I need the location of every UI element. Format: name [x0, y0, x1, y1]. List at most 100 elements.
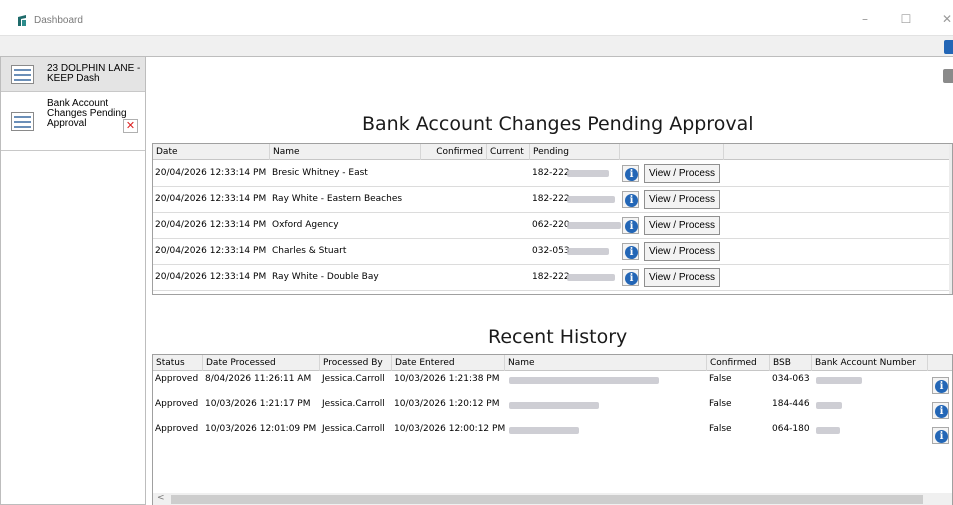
col-date-entered[interactable]: Date Entered — [392, 355, 505, 371]
col-pending[interactable]: Pending — [530, 144, 620, 160]
info-icon: i — [625, 220, 638, 233]
cell-date: 20/04/2026 12:33:14 PM — [155, 220, 267, 230]
info-icon: i — [935, 405, 948, 418]
close-tab-button[interactable]: ✕ — [123, 119, 138, 133]
col-account-number[interactable]: Bank Account Number — [812, 355, 928, 371]
scroll-thumb[interactable] — [171, 495, 923, 504]
redacted-name — [509, 427, 579, 434]
grid-icon — [11, 65, 34, 84]
settings-icon[interactable] — [943, 69, 953, 83]
cell-status: Approved — [155, 374, 199, 384]
info-button[interactable]: i — [622, 165, 639, 182]
redacted-name — [509, 377, 659, 384]
info-button[interactable]: i — [932, 427, 949, 444]
info-icon: i — [625, 246, 638, 259]
info-button[interactable]: i — [622, 191, 639, 208]
cell-date: 20/04/2026 12:33:14 PM — [155, 272, 267, 282]
pending-scrollbar[interactable] — [949, 144, 952, 294]
history-horizontal-scrollbar[interactable]: < — [153, 493, 952, 505]
info-button[interactable]: i — [622, 243, 639, 260]
col-history-name[interactable]: Name — [505, 355, 707, 371]
cell-status: Approved — [155, 399, 199, 409]
minimize-button[interactable]: – — [852, 8, 878, 30]
tab-property-dashboard[interactable]: 23 DOLPHIN LANE - KEEP Dash — [1, 57, 145, 92]
table-row: Approved 8/04/2026 11:26:11 AM Jessica.Car… — [153, 372, 952, 397]
tab-label: 23 DOLPHIN LANE - KEEP Dash — [47, 63, 141, 84]
cell-date-processed: 10/03/2026 12:01:09 PM — [205, 424, 317, 434]
cell-status: Approved — [155, 424, 199, 434]
cell-date: 20/04/2026 12:33:14 PM — [155, 194, 267, 204]
cell-confirmed: False — [709, 399, 732, 409]
info-icon: i — [625, 168, 638, 181]
cell-processed-by: Jessica.Carroll — [322, 399, 385, 409]
info-icon: i — [625, 272, 638, 285]
history-grid: Status Date Processed Processed By Date … — [152, 354, 953, 505]
col-status[interactable]: Status — [153, 355, 203, 371]
col-processed-by[interactable]: Processed By — [320, 355, 392, 371]
redacted-account — [567, 170, 609, 177]
app-logo-icon — [18, 15, 26, 26]
col-actions — [620, 144, 724, 160]
cell-confirmed: False — [709, 374, 732, 384]
col-name[interactable]: Name — [270, 144, 421, 160]
tab-bank-account-changes[interactable]: Bank Account Changes Pending Approval ✕ — [1, 93, 145, 151]
cell-name: Bresic Whitney - East — [272, 168, 368, 178]
info-button[interactable]: i — [932, 402, 949, 419]
cell-date: 20/04/2026 12:33:14 PM — [155, 168, 267, 178]
col-bsb[interactable]: BSB — [770, 355, 812, 371]
view-process-button[interactable]: View / Process — [644, 268, 720, 287]
info-icon: i — [625, 194, 638, 207]
tab-panel: 23 DOLPHIN LANE - KEEP Dash Bank Account… — [0, 56, 146, 505]
main-content: Bank Account Changes Pending Approval Da… — [146, 56, 953, 505]
cell-processed-by: Jessica.Carroll — [322, 424, 385, 434]
view-process-button[interactable]: View / Process — [644, 216, 720, 235]
table-row: 20/04/2026 12:33:14 PM Oxford Agency 062-2… — [153, 213, 952, 239]
cell-date-entered: 10/03/2026 12:00:12 PM — [394, 424, 505, 434]
cell-bsb: 064-180 — [772, 424, 810, 434]
cell-processed-by: Jessica.Carroll — [322, 374, 385, 384]
title-bar: Dashboard – ☐ ✕ — [0, 0, 953, 36]
scroll-left-arrow[interactable]: < — [157, 493, 165, 503]
info-button[interactable]: i — [932, 377, 949, 394]
table-row: 20/04/2026 12:33:14 PM Ray White - Easter… — [153, 187, 952, 213]
view-process-button[interactable]: View / Process — [644, 190, 720, 209]
maximize-button[interactable]: ☐ — [893, 8, 919, 30]
info-button[interactable]: i — [622, 269, 639, 286]
cell-date-entered: 10/03/2026 1:21:38 PM — [394, 374, 500, 384]
table-row: 20/04/2026 12:33:14 PM Ray White - Double… — [153, 265, 952, 291]
redacted-account — [816, 377, 862, 384]
toolbar-info-icon[interactable] — [944, 40, 953, 54]
redacted-account — [567, 248, 609, 255]
table-row: Approved 10/03/2026 12:01:09 PM Jessica.Ca… — [153, 422, 952, 447]
cell-pending-bsb: 032-053 — [532, 246, 570, 256]
cell-confirmed: False — [709, 424, 732, 434]
cell-bsb: 184-446 — [772, 399, 810, 409]
close-window-button[interactable]: ✕ — [934, 8, 953, 30]
col-current[interactable]: Current — [487, 144, 530, 160]
cell-name: Ray White - Double Bay — [272, 272, 379, 282]
history-header: Status Date Processed Processed By Date … — [153, 355, 952, 371]
info-button[interactable]: i — [622, 217, 639, 234]
info-icon: i — [935, 430, 948, 443]
redacted-account — [567, 222, 621, 229]
cell-date-processed: 8/04/2026 11:26:11 AM — [205, 374, 312, 384]
cell-bsb: 034-063 — [772, 374, 810, 384]
redacted-name — [509, 402, 599, 409]
table-row: 20/04/2026 12:33:14 PM Charles & Stuart 03… — [153, 239, 952, 265]
grid-icon — [11, 112, 34, 131]
cell-pending-bsb: 182-222 — [532, 194, 570, 204]
pending-grid: Date Name Confirmed Current Pending 20/0… — [152, 143, 953, 295]
cell-pending-bsb: 182-222 — [532, 272, 570, 282]
col-date-processed[interactable]: Date Processed — [203, 355, 320, 371]
cell-name: Ray White - Eastern Beaches — [272, 194, 403, 204]
col-date[interactable]: Date — [153, 144, 270, 160]
info-icon: i — [935, 380, 948, 393]
view-process-button[interactable]: View / Process — [644, 164, 720, 183]
redacted-account — [816, 402, 842, 409]
history-title: Recent History — [488, 326, 628, 348]
redacted-account — [567, 196, 615, 203]
pending-header: Date Name Confirmed Current Pending — [153, 144, 952, 160]
col-confirmed[interactable]: Confirmed — [421, 144, 487, 160]
col-history-confirmed[interactable]: Confirmed — [707, 355, 770, 371]
view-process-button[interactable]: View / Process — [644, 242, 720, 261]
